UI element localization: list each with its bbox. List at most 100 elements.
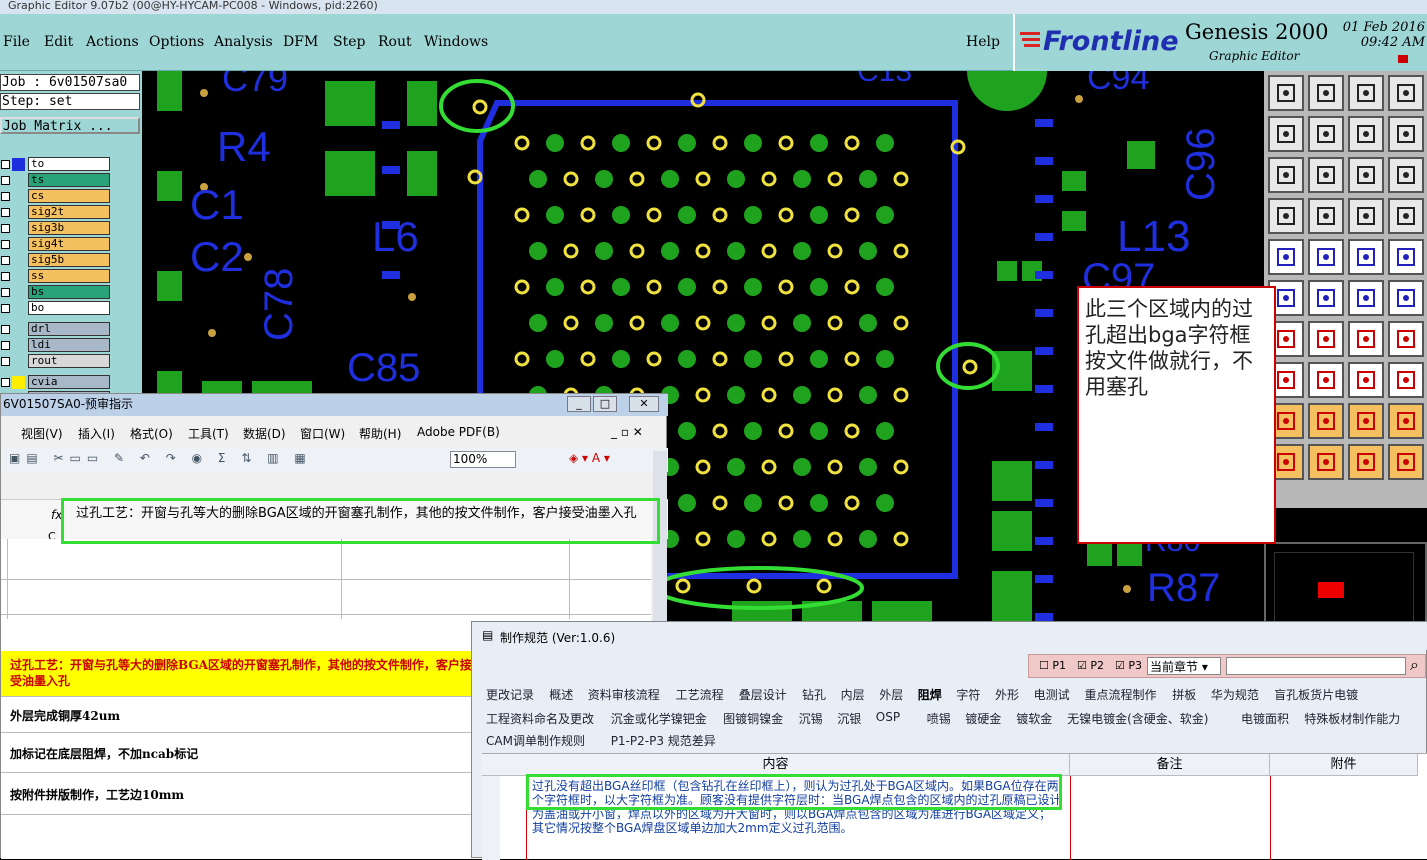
spec-tab[interactable]: 钻孔	[802, 686, 826, 703]
spec-tab[interactable]: P1-P2-P3 规范差异	[611, 732, 716, 749]
layer-sig3b[interactable]: sig3b	[28, 221, 110, 235]
spec-tab[interactable]: 沉银	[837, 710, 861, 727]
excel-menu-data[interactable]: 数据(D)	[243, 425, 286, 442]
layer-rout[interactable]: rout	[28, 354, 110, 368]
excel-menu-window[interactable]: 窗口(W)	[300, 425, 345, 442]
tool-expand-icon[interactable]	[1308, 157, 1344, 193]
tool-magnify-icon[interactable]	[1268, 198, 1304, 234]
menu-step[interactable]: Step	[333, 34, 365, 50]
tool-move-icon[interactable]	[1308, 362, 1344, 398]
spec-tab[interactable]: 重点流程制作	[1085, 686, 1157, 703]
toolbar-icons[interactable]: ▣▤ ✂▭▭ ✎ ↶ ↷ ◉ Σ ⇅ ▥ ▦	[9, 451, 312, 465]
tool-tri3-icon[interactable]	[1348, 403, 1384, 439]
close-button[interactable]: ✕	[629, 396, 659, 412]
layer-checkbox[interactable]	[1, 208, 10, 217]
spec-tab[interactable]: 图镀铜镍金	[723, 710, 783, 727]
layer-checkbox[interactable]	[1, 357, 10, 366]
spec-tab[interactable]: 镀硬金	[965, 710, 1001, 727]
spec-tab[interactable]: 更改记录	[486, 686, 534, 703]
spec-tab[interactable]: 电测试	[1034, 686, 1070, 703]
menu-analysis[interactable]: Analysis	[214, 34, 273, 50]
excel-menu-format[interactable]: 格式(O)	[130, 425, 173, 442]
search-icon[interactable]: ⌕	[1410, 655, 1419, 675]
tool-rotate-icon[interactable]	[1348, 116, 1384, 152]
layer-checkbox[interactable]	[1, 341, 10, 350]
spec-tab[interactable]: 特殊板材制作能力	[1304, 710, 1400, 727]
job-matrix-button[interactable]: Job Matrix ...	[0, 117, 140, 134]
tool-cube-icon[interactable]	[1308, 239, 1344, 275]
row-scrollbar[interactable]	[482, 776, 500, 860]
layer-checkbox[interactable]	[1, 224, 10, 233]
tool-edit-icon[interactable]	[1388, 280, 1424, 316]
tool-house-icon[interactable]	[1348, 75, 1384, 111]
tool-dot-icon[interactable]	[1388, 239, 1424, 275]
layer-sig4t[interactable]: sig4t	[28, 237, 110, 251]
tool-s-icon[interactable]	[1388, 116, 1424, 152]
layer-checkbox[interactable]	[1, 176, 10, 185]
tool-ruler-icon[interactable]	[1348, 239, 1384, 275]
tool-zoom-right-icon[interactable]	[1308, 116, 1344, 152]
excel-menu-help[interactable]: 帮助(H)	[359, 425, 401, 442]
tool-slash-icon[interactable]	[1308, 321, 1344, 357]
layer-checkbox[interactable]	[1, 304, 10, 313]
chapter-select[interactable]: 当前章节 ▾	[1147, 657, 1221, 675]
tool-dim-icon[interactable]	[1348, 362, 1384, 398]
spec-tab[interactable]: OSP	[876, 710, 900, 724]
menu-file[interactable]: File	[3, 34, 30, 50]
tool-copy-icon[interactable]	[1388, 362, 1424, 398]
layer-checkbox[interactable]	[1, 160, 10, 169]
tool-layers-icon[interactable]	[1348, 198, 1384, 234]
tool-grid-icon[interactable]	[1308, 198, 1344, 234]
excel-menu-pdf[interactable]: Adobe PDF(B)	[417, 425, 500, 439]
layer-checkbox[interactable]	[1, 192, 10, 201]
spec-tab[interactable]: 字符	[956, 686, 980, 703]
layer-checkbox[interactable]	[1, 256, 10, 265]
menu-options[interactable]: Options	[149, 34, 204, 50]
spec-tab[interactable]: 镀软金	[1016, 710, 1052, 727]
spec-tab[interactable]: 工艺流程	[676, 686, 724, 703]
spec-tab[interactable]: 沉金或化学镍钯金	[611, 710, 707, 727]
spec-tab[interactable]: 资料审核流程	[588, 686, 660, 703]
tool-arrow3-icon[interactable]	[1348, 444, 1384, 480]
tool-arc-icon[interactable]	[1348, 321, 1384, 357]
layer-checkbox[interactable]	[1, 325, 10, 334]
tool-home-icon[interactable]	[1268, 75, 1304, 111]
tool-ff-icon[interactable]	[1388, 321, 1424, 357]
layer-sig2t[interactable]: sig2t	[28, 205, 110, 219]
spec-tab[interactable]: 无镍电镀金(含硬金、软金)	[1067, 710, 1208, 727]
layer-drl[interactable]: drl	[28, 322, 110, 336]
tool-cross-icon[interactable]	[1308, 280, 1344, 316]
layer-bs[interactable]: bs	[28, 285, 110, 299]
maximize-button[interactable]: □	[593, 396, 617, 412]
tool-fit-icon[interactable]	[1268, 157, 1304, 193]
spec-tab[interactable]: 叠层设计	[739, 686, 787, 703]
tool-tri4-icon[interactable]	[1388, 403, 1424, 439]
spec-tab[interactable]: 外层	[879, 686, 903, 703]
layer-checkbox[interactable]	[1, 272, 10, 281]
layer-checkbox[interactable]	[1, 378, 10, 387]
fill-color-icon[interactable]: ◈ ▾ A ▾	[569, 451, 610, 465]
tool-scale-icon[interactable]	[1348, 157, 1384, 193]
spec-tab[interactable]: 工程资料命名及更改	[486, 710, 594, 727]
tool-layers2-icon[interactable]	[1388, 198, 1424, 234]
spec-tab[interactable]: 电镀面积	[1241, 710, 1289, 727]
tool-line-icon[interactable]	[1348, 280, 1384, 316]
menu-dfm[interactable]: DFM	[283, 34, 318, 50]
excel-menu-view[interactable]: 视图(V)	[21, 425, 63, 442]
menu-rout[interactable]: Rout	[378, 34, 412, 50]
tool-page-icon[interactable]	[1388, 75, 1424, 111]
spec-tab[interactable]: 阻焊	[918, 686, 942, 703]
check-p2[interactable]: ☑ P2	[1077, 659, 1104, 672]
check-p3[interactable]: ☑ P3	[1115, 659, 1142, 672]
menu-actions[interactable]: Actions	[86, 34, 139, 50]
menu-windows[interactable]: Windows	[424, 34, 488, 50]
check-p1[interactable]: ☐ P1	[1039, 659, 1066, 672]
layer-to[interactable]: to	[28, 157, 110, 171]
layer-checkbox[interactable]	[1, 240, 10, 249]
minimize-button[interactable]: _	[567, 396, 591, 412]
tool-arrow2-icon[interactable]	[1308, 444, 1344, 480]
tool-arrow4-icon[interactable]	[1388, 444, 1424, 480]
spec-tab[interactable]: CAM调单制作规则	[486, 732, 585, 749]
spec-tab[interactable]: 盲孔板货片电镀	[1274, 686, 1358, 703]
tool-pad-icon[interactable]	[1268, 239, 1304, 275]
